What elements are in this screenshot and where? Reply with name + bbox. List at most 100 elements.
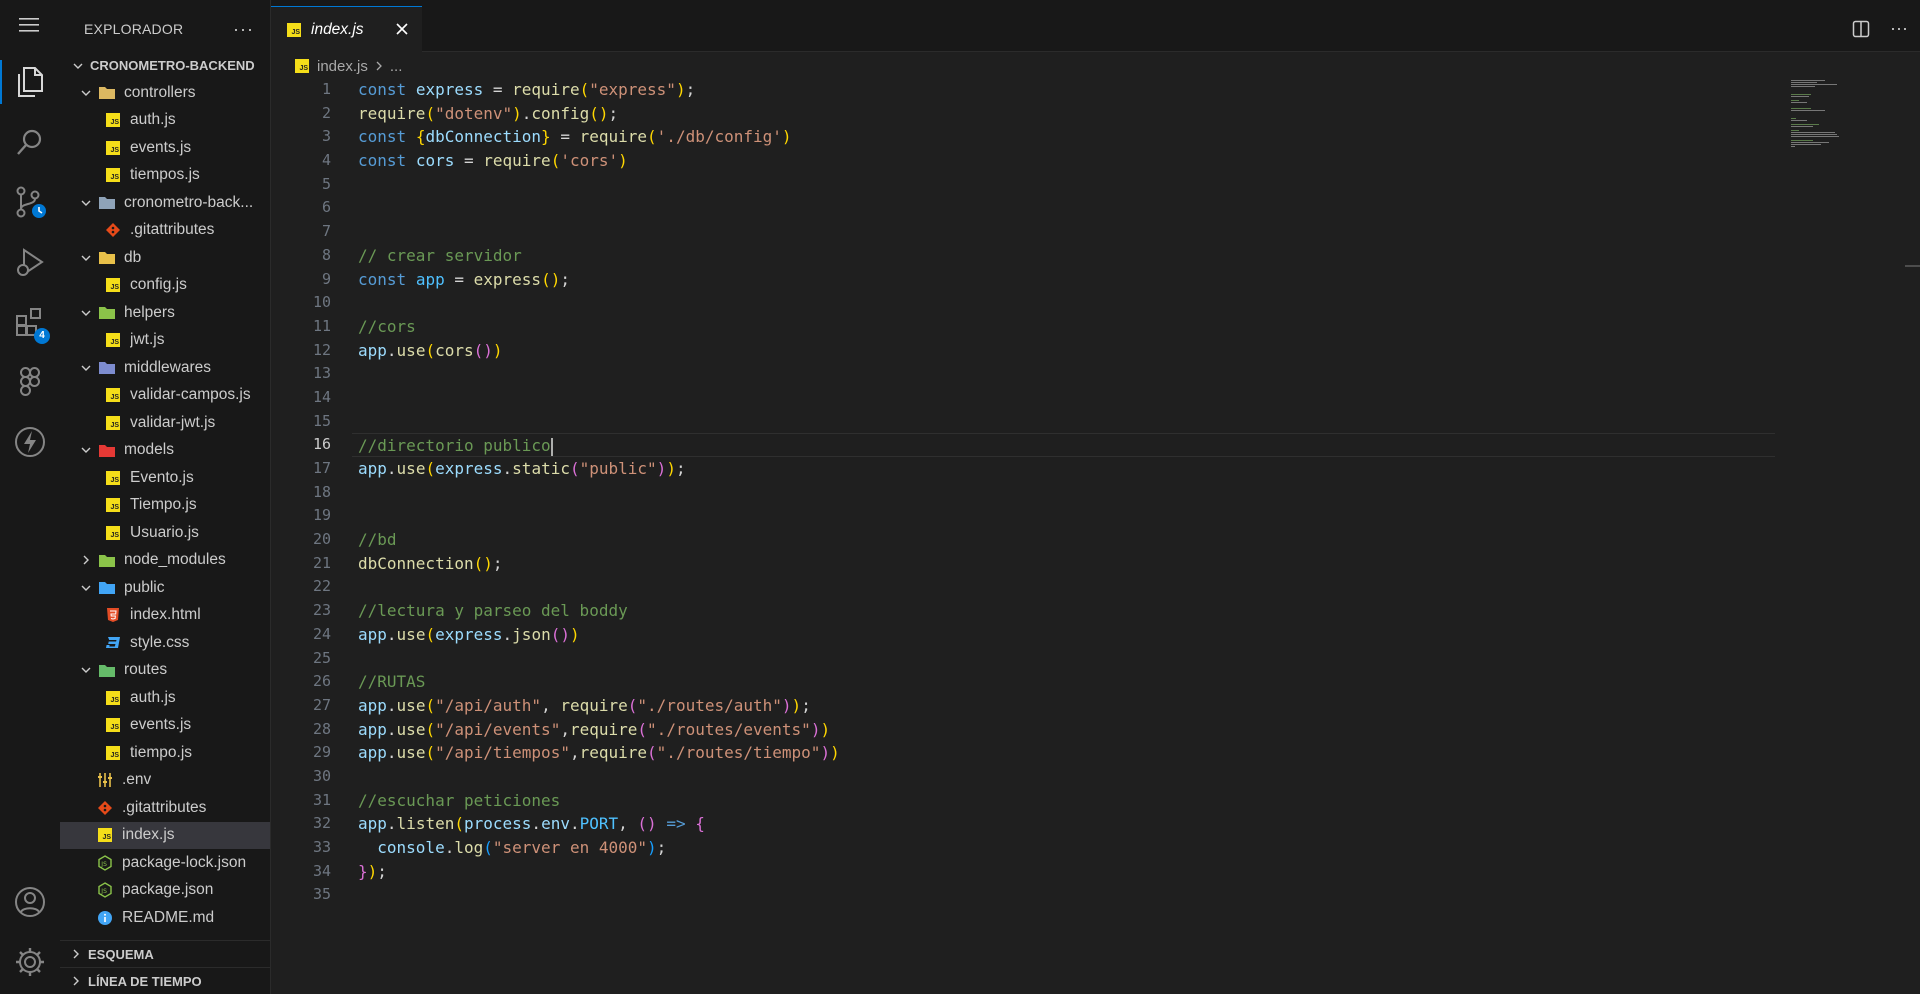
settings-gear-icon[interactable] [0, 932, 60, 992]
file-item[interactable]: README.md [60, 904, 270, 932]
code-line[interactable]: //RUTAS [358, 670, 1781, 694]
code-token: ; [608, 103, 619, 123]
file-item[interactable]: JS tiempos.js [60, 162, 270, 190]
code-token: () [589, 103, 609, 123]
close-icon[interactable] [392, 19, 412, 39]
code-line[interactable]: const app = express(); [358, 268, 1781, 292]
file-item[interactable]: JS config.js [60, 272, 270, 300]
file-item[interactable]: JS Usuario.js [60, 519, 270, 547]
thunder-client-icon[interactable] [0, 412, 60, 472]
figma-icon[interactable] [0, 352, 60, 412]
code-line[interactable] [358, 220, 1781, 244]
timeline-section[interactable]: LÍNEA DE TIEMPO [60, 967, 270, 994]
workspace-root-folder[interactable]: CRONOMETRO-BACKEND [60, 52, 270, 79]
folder-item[interactable]: models [60, 437, 270, 465]
code-line[interactable]: app.use(express.json()) [358, 623, 1781, 647]
file-item[interactable]: JS auth.js [60, 684, 270, 712]
code-token: static [512, 459, 570, 478]
folder-item[interactable]: routes [60, 657, 270, 685]
code-line[interactable] [358, 481, 1781, 505]
code-line[interactable]: console.log("server en 4000"); [358, 836, 1781, 860]
breadcrumb-file[interactable]: index.js [317, 58, 368, 75]
folder-item[interactable]: node_modules [60, 547, 270, 575]
code-line[interactable] [358, 291, 1781, 315]
code-line[interactable]: // crear servidor [358, 244, 1781, 268]
file-item[interactable]: JS validar-jwt.js [60, 409, 270, 437]
file-item[interactable]: style.css [60, 629, 270, 657]
code-line[interactable] [358, 362, 1781, 386]
folder-item[interactable]: helpers [60, 299, 270, 327]
account-icon[interactable] [0, 872, 60, 932]
file-item[interactable]: JS tiempo.js [60, 739, 270, 767]
code-token: ) [781, 695, 792, 715]
code-line[interactable]: //bd [358, 528, 1781, 552]
folder-item[interactable]: middlewares [60, 354, 270, 382]
code-line[interactable]: //lectura y parseo del boddy [358, 599, 1781, 623]
code-line[interactable] [358, 173, 1781, 197]
code-token: app [358, 459, 387, 478]
code-line[interactable]: app.use(express.static("public")); [358, 457, 1781, 481]
code-token: ( [454, 814, 464, 834]
explorer-icon[interactable] [0, 52, 60, 112]
split-editor-icon[interactable] [1852, 20, 1870, 43]
search-icon[interactable] [0, 112, 60, 172]
file-item[interactable]: JS package-lock.json [60, 849, 270, 877]
code-line[interactable]: const cors = require('cors') [358, 149, 1781, 173]
code-line[interactable] [358, 575, 1781, 599]
code-line[interactable]: //directorio publico [352, 433, 1775, 457]
code-editor[interactable]: 1 2 3 4 5 6 7 8 9 10 11 12 13 14 15 16 17 18 19 20 21 22 23 24 2… [271, 78, 1781, 994]
code-line[interactable]: app.use("/api/tiempos",require("./routes… [358, 741, 1781, 765]
outline-section[interactable]: ESQUEMA [60, 940, 270, 967]
file-item[interactable]: JS events.js [60, 712, 270, 740]
code-line[interactable] [358, 883, 1781, 907]
code-line[interactable]: app.listen(process.env.PORT, () => { [358, 812, 1781, 836]
code-line[interactable] [358, 504, 1781, 528]
code-token: ) [492, 340, 503, 360]
source-control-icon[interactable] [0, 172, 60, 232]
file-item[interactable]: .gitattributes [60, 217, 270, 245]
run-debug-icon[interactable] [0, 232, 60, 292]
line-number: 27 [312, 695, 331, 714]
tab-index-js[interactable]: JS index.js [271, 6, 422, 52]
code-line[interactable]: app.use(cors()) [358, 339, 1781, 363]
code-area[interactable]: const express = require("express"); requi… [352, 78, 1781, 907]
code-line[interactable]: app.use("/api/auth", require("./routes/a… [358, 694, 1781, 718]
code-token: app [358, 695, 387, 715]
code-token: ( [425, 719, 436, 739]
code-line[interactable]: //escuchar peticiones [358, 789, 1781, 813]
minimap[interactable] [1788, 78, 1868, 158]
file-item[interactable]: JS auth.js [60, 107, 270, 135]
folder-item[interactable]: cronometro-back... [60, 189, 270, 217]
breadcrumb-tail[interactable]: ... [390, 58, 403, 75]
code-line[interactable]: //cors [358, 315, 1781, 339]
code-line[interactable]: dbConnection(); [358, 552, 1781, 576]
code-line[interactable]: app.use("/api/events",require("./routes/… [358, 718, 1781, 742]
code-line[interactable] [358, 196, 1781, 220]
code-line[interactable]: const {dbConnection} = require('./db/con… [358, 125, 1781, 149]
extensions-icon[interactable]: 4 [0, 292, 60, 352]
file-item[interactable]: JS events.js [60, 134, 270, 162]
code-line[interactable]: }); [358, 860, 1781, 884]
file-item[interactable]: JS Evento.js [60, 464, 270, 492]
folder-item[interactable]: db [60, 244, 270, 272]
code-line[interactable] [358, 410, 1781, 434]
javascript-file-icon: JS [295, 59, 309, 73]
code-line[interactable] [358, 765, 1781, 789]
more-actions-icon[interactable]: ··· [233, 19, 254, 40]
folder-item[interactable]: public [60, 574, 270, 602]
file-item[interactable]: JS index.js [60, 821, 270, 849]
folder-item[interactable]: controllers [60, 79, 270, 107]
code-line[interactable] [358, 386, 1781, 410]
file-item[interactable]: JS jwt.js [60, 327, 270, 355]
file-item[interactable]: index.html [60, 602, 270, 630]
file-item[interactable]: .gitattributes [60, 794, 270, 822]
editor-more-actions-icon[interactable]: ··· [1890, 18, 1908, 39]
file-item[interactable]: JS Tiempo.js [60, 492, 270, 520]
menu-icon[interactable] [0, 0, 60, 50]
file-item[interactable]: JS package.json [60, 877, 270, 905]
code-line[interactable]: require("dotenv").config(); [358, 102, 1781, 126]
code-line[interactable]: const express = require("express"); [358, 78, 1781, 102]
code-line[interactable] [358, 647, 1781, 671]
file-item[interactable]: JS validar-campos.js [60, 382, 270, 410]
file-item[interactable]: .env [60, 767, 270, 795]
